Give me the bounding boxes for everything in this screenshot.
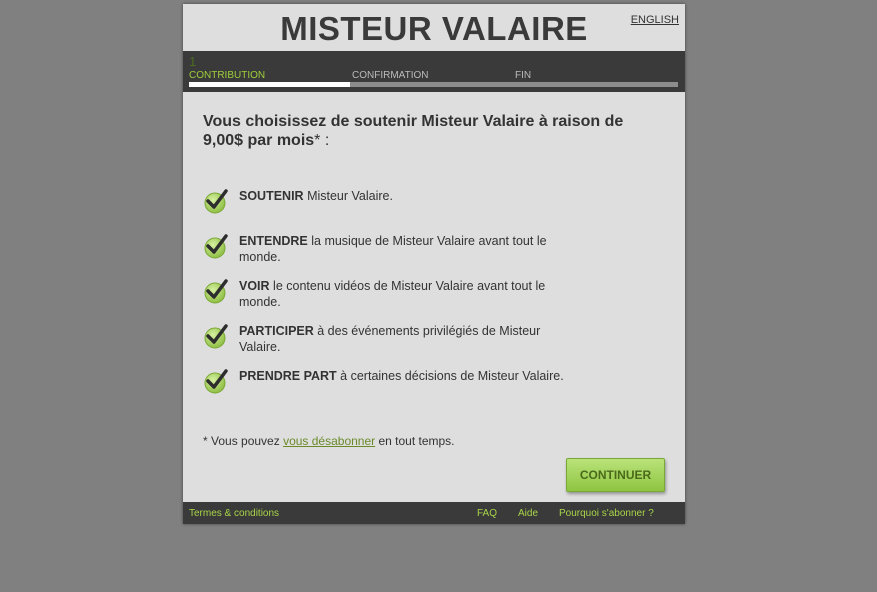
continue-button[interactable]: CONTINUER <box>566 458 665 492</box>
header: MISTEUR VALAIRE ENGLISH <box>183 4 685 51</box>
benefit-text: PRENDRE PART à certaines décisions de Mi… <box>239 369 564 383</box>
progress-steps: 1 CONTRIBUTION CONFIRMATION FIN <box>183 51 685 92</box>
help-link[interactable]: Aide <box>518 508 538 519</box>
progress-track <box>189 82 678 87</box>
terms-link[interactable]: Termes & conditions <box>189 508 279 519</box>
page-title: MISTEUR VALAIRE <box>280 10 588 47</box>
checkmark-icon <box>203 323 229 349</box>
step-contribution: CONTRIBUTION <box>189 70 266 81</box>
checkmark-icon <box>203 278 229 304</box>
checkmark-icon <box>203 188 229 214</box>
lead-text: Vous choisissez de soutenir Misteur Vala… <box>203 113 624 149</box>
unsubscribe-note: * Vous pouvez vous désabonner en tout te… <box>203 434 455 448</box>
progress-fill <box>189 82 351 87</box>
step-confirmation: CONFIRMATION <box>352 70 429 81</box>
faq-link[interactable]: FAQ <box>477 508 497 519</box>
unsubscribe-link[interactable]: vous désabonner <box>283 434 375 448</box>
benefit-text: PARTICIPER à des événements privilégiés … <box>239 324 541 354</box>
step-number: 1 <box>189 54 197 69</box>
footer: Termes & conditions FAQ Aide Pourquoi s'… <box>183 502 685 524</box>
why-subscribe-link[interactable]: Pourquoi s'abonner ? <box>559 508 654 519</box>
step-fin: FIN <box>515 70 532 81</box>
benefit-text: VOIR le contenu vidéos de Misteur Valair… <box>239 279 546 309</box>
benefit-text: ENTENDRE la musique de Misteur Valaire a… <box>239 234 547 264</box>
subscription-panel: MISTEUR VALAIRE ENGLISH 1 CONTRIBUTION C… <box>183 4 685 524</box>
checkmark-icon <box>203 233 229 259</box>
benefit-text: SOUTENIR Misteur Valaire. <box>239 189 393 203</box>
language-link[interactable]: ENGLISH <box>631 14 679 26</box>
checkmark-icon <box>203 368 229 394</box>
